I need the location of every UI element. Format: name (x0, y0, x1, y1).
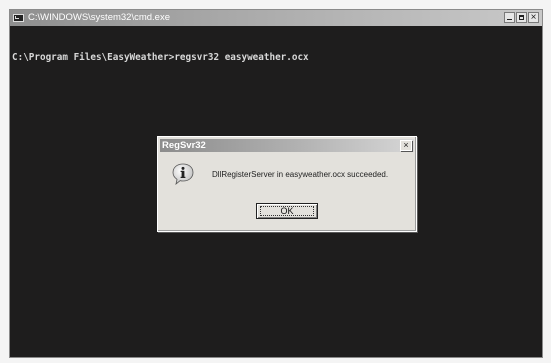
dialog-title: RegSvr32 (162, 140, 206, 151)
maximize-button[interactable] (516, 12, 527, 23)
command-prompt-line: C:\Program Files\EasyWeather>regsvr32 ea… (12, 52, 309, 63)
minimize-button[interactable] (504, 12, 515, 23)
dialog-close-button[interactable]: × (400, 140, 412, 151)
dialog-titlebar[interactable]: RegSvr32 × (160, 139, 414, 152)
console-icon[interactable] (13, 14, 24, 22)
ok-button-label: OK (280, 206, 294, 216)
close-window-button[interactable] (528, 10, 539, 26)
regsvr32-dialog: RegSvr32 × DllRegisterServer in easyweat… (157, 136, 417, 232)
info-icon (172, 163, 194, 185)
ok-button[interactable]: OK (256, 203, 318, 219)
window-controls (504, 10, 539, 26)
cmd-window-title: C:\WINDOWS\system32\cmd.exe (28, 12, 170, 23)
cmd-titlebar[interactable]: C:\WINDOWS\system32\cmd.exe (10, 10, 542, 26)
dialog-message: DllRegisterServer in easyweather.ocx suc… (212, 170, 389, 179)
